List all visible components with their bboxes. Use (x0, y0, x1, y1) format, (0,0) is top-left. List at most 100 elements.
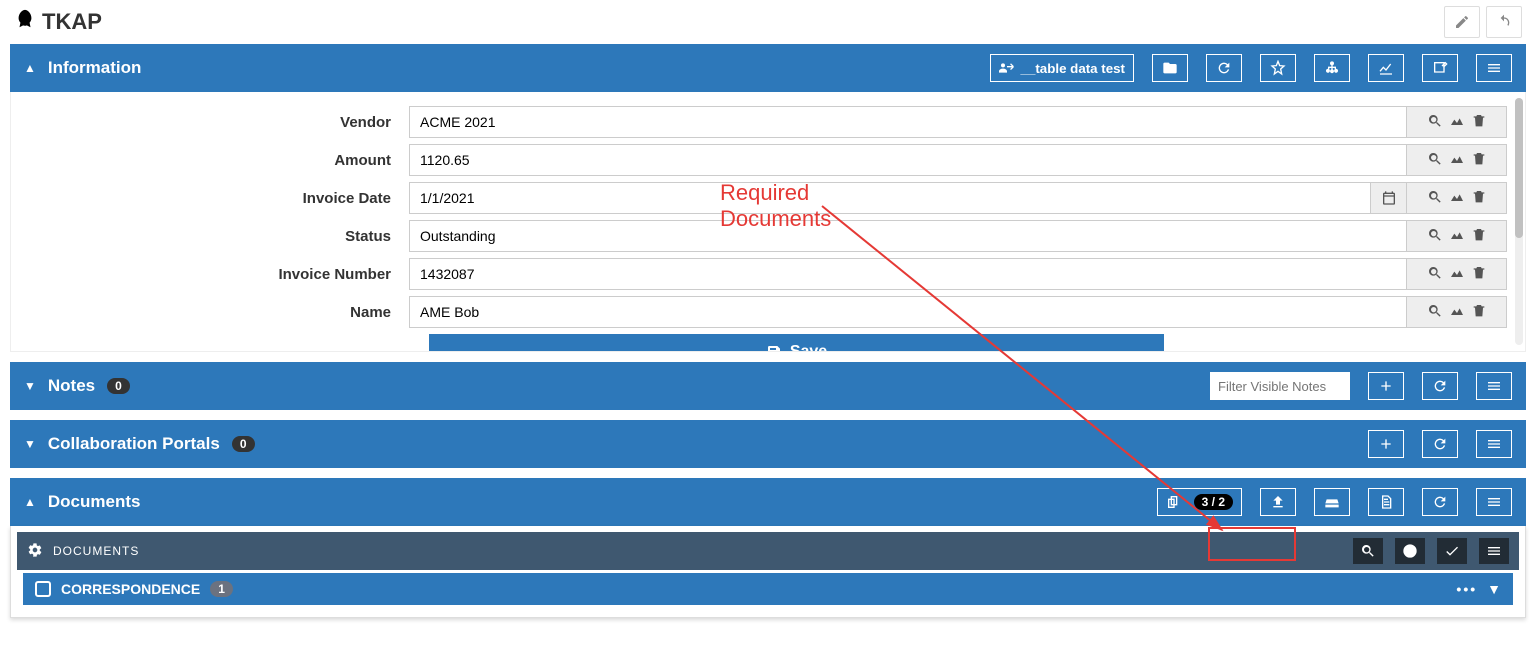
trash-icon[interactable] (1471, 151, 1487, 170)
search-icon[interactable] (1427, 151, 1443, 170)
search-icon[interactable] (1427, 265, 1443, 284)
documents-title: Documents (48, 492, 141, 512)
top-bar: TKAP (0, 0, 1536, 44)
required-docs-button[interactable]: 3 / 2 (1157, 488, 1242, 516)
trash-icon[interactable] (1471, 227, 1487, 246)
chevron-down-icon: ▼ (24, 379, 36, 393)
notes-title: Notes (48, 376, 95, 396)
chart-area-icon[interactable] (1449, 113, 1465, 132)
doc-search-button[interactable] (1353, 538, 1383, 564)
form-row: Vendor (29, 106, 1507, 138)
chart-button[interactable] (1368, 54, 1404, 82)
form-label: Invoice Date (29, 190, 409, 207)
documents-body: Documents CORRESPONDENCE 1 ••• ▼ (10, 526, 1526, 618)
chart-area-icon[interactable] (1449, 227, 1465, 246)
ellipsis-icon[interactable]: ••• (1456, 581, 1477, 597)
chevron-up-icon: ▲ (24, 61, 36, 75)
field-tools (1407, 106, 1507, 138)
form-label: Vendor (29, 114, 409, 131)
chart-area-icon[interactable] (1449, 303, 1465, 322)
notes-panel: ▼ Notes 0 (10, 362, 1526, 410)
invoice-date-input[interactable] (409, 182, 1371, 214)
trash-icon[interactable] (1471, 303, 1487, 322)
doc-sub-menu-button[interactable] (1479, 538, 1509, 564)
note-edit-button[interactable] (1422, 54, 1458, 82)
collab-count-badge: 0 (232, 436, 255, 452)
field-tools (1407, 258, 1507, 290)
information-header[interactable]: ▲ Information __table data test (10, 44, 1526, 92)
search-icon[interactable] (1427, 113, 1443, 132)
information-panel: ▲ Information __table data test VendorA (10, 44, 1526, 352)
calendar-icon[interactable] (1371, 182, 1407, 214)
form-label: Invoice Number (29, 266, 409, 283)
add-note-button[interactable] (1368, 372, 1404, 400)
collab-title: Collaboration Portals (48, 434, 220, 454)
search-icon[interactable] (1427, 303, 1443, 322)
trash-icon[interactable] (1471, 113, 1487, 132)
save-button[interactable]: Save (429, 334, 1164, 352)
chevron-down-icon[interactable]: ▼ (1487, 581, 1501, 597)
chevron-down-icon: ▼ (24, 437, 36, 451)
form-row: Invoice Number (29, 258, 1507, 290)
doc-checkbox[interactable] (35, 581, 51, 597)
refresh-docs-button[interactable] (1422, 488, 1458, 516)
trash-icon[interactable] (1471, 265, 1487, 284)
chart-area-icon[interactable] (1449, 189, 1465, 208)
field-tools (1407, 296, 1507, 328)
scan-button[interactable] (1314, 488, 1350, 516)
information-body: Vendor Amount Invoice Date Status Invoice Nu… (10, 92, 1526, 352)
form-row: Amount (29, 144, 1507, 176)
collab-panel: ▼ Collaboration Portals 0 (10, 420, 1526, 468)
information-title: Information (48, 58, 142, 78)
documents-header[interactable]: ▲ Documents 3 / 2 (10, 478, 1526, 526)
doc-add-button[interactable] (1395, 538, 1425, 564)
trash-icon[interactable] (1471, 189, 1487, 208)
favorite-button[interactable] (1260, 54, 1296, 82)
notes-menu-button[interactable] (1476, 372, 1512, 400)
field-tools (1407, 220, 1507, 252)
doc-check-button[interactable] (1437, 538, 1467, 564)
vendor-input[interactable] (409, 106, 1407, 138)
form-label: Status (29, 228, 409, 245)
menu-button[interactable] (1476, 54, 1512, 82)
search-icon[interactable] (1427, 227, 1443, 246)
app-title: TKAP (42, 9, 102, 35)
notes-count-badge: 0 (107, 378, 130, 394)
refresh-notes-button[interactable] (1422, 372, 1458, 400)
refresh-button[interactable] (1206, 54, 1242, 82)
new-doc-button[interactable] (1368, 488, 1404, 516)
undo-button[interactable] (1486, 6, 1522, 38)
doc-category-name: CORRESPONDENCE (61, 581, 200, 597)
documents-subheader: Documents (17, 532, 1519, 570)
hierarchy-button[interactable] (1314, 54, 1350, 82)
open-folder-button[interactable] (1152, 54, 1188, 82)
scrollbar[interactable] (1515, 98, 1523, 345)
add-portal-button[interactable] (1368, 430, 1404, 458)
portals-menu-button[interactable] (1476, 430, 1512, 458)
table-data-button[interactable]: __table data test (990, 54, 1134, 82)
invoice-number-input[interactable] (409, 258, 1407, 290)
refresh-portals-button[interactable] (1422, 430, 1458, 458)
amount-input[interactable] (409, 144, 1407, 176)
form-row: Name (29, 296, 1507, 328)
notes-filter-input[interactable] (1210, 372, 1350, 400)
chart-area-icon[interactable] (1449, 151, 1465, 170)
notes-header[interactable]: ▼ Notes 0 (10, 362, 1526, 410)
upload-button[interactable] (1260, 488, 1296, 516)
documents-panel: ▲ Documents 3 / 2 Documents CORRESPONDEN… (10, 478, 1526, 618)
form-row: Invoice Date (29, 182, 1507, 214)
chart-area-icon[interactable] (1449, 265, 1465, 284)
search-icon[interactable] (1427, 189, 1443, 208)
status-input[interactable] (409, 220, 1407, 252)
rocket-icon (14, 8, 36, 36)
gear-icon[interactable] (27, 542, 43, 561)
doc-category-row[interactable]: CORRESPONDENCE 1 ••• ▼ (23, 573, 1513, 605)
edit-button[interactable] (1444, 6, 1480, 38)
collab-header[interactable]: ▼ Collaboration Portals 0 (10, 420, 1526, 468)
doc-category-count: 1 (210, 581, 233, 597)
form-row: Status (29, 220, 1507, 252)
name-input[interactable] (409, 296, 1407, 328)
form-label: Name (29, 304, 409, 321)
docs-menu-button[interactable] (1476, 488, 1512, 516)
field-tools (1407, 182, 1507, 214)
